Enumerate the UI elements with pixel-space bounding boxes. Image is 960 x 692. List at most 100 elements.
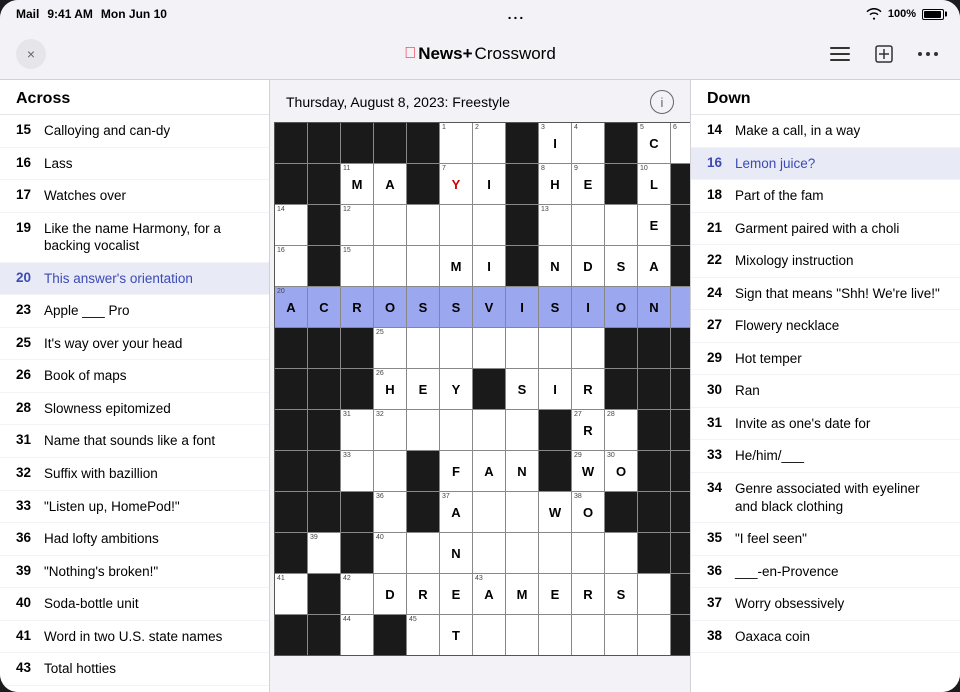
cell-11-9[interactable]: R <box>572 574 604 614</box>
across-clue-25[interactable]: 25It's way over your head <box>0 328 269 361</box>
cell-7-3[interactable]: 32 <box>374 410 406 450</box>
cell-12-4[interactable]: 45 <box>407 615 439 655</box>
cell-3-4[interactable] <box>407 246 439 286</box>
info-button[interactable]: i <box>650 90 674 114</box>
cell-9-12[interactable] <box>671 492 690 532</box>
cell-4-4[interactable]: S <box>407 287 439 327</box>
cell-2-11[interactable]: E <box>638 205 670 245</box>
cell-4-6[interactable]: V <box>473 287 505 327</box>
down-clue-14[interactable]: 14Make a call, in a way <box>691 115 960 148</box>
down-clue-36[interactable]: 36___-en-Provence <box>691 556 960 589</box>
cell-1-5[interactable]: 7Y <box>440 164 472 204</box>
cell-5-11[interactable] <box>638 328 670 368</box>
cell-12-8[interactable] <box>539 615 571 655</box>
cell-4-12[interactable] <box>671 287 690 327</box>
cell-2-3[interactable] <box>374 205 406 245</box>
cell-10-3[interactable]: 40 <box>374 533 406 573</box>
cell-7-0[interactable] <box>275 410 307 450</box>
cell-10-1[interactable]: 39 <box>308 533 340 573</box>
cell-2-12[interactable] <box>671 205 690 245</box>
cell-12-2[interactable]: 44 <box>341 615 373 655</box>
down-clue-27[interactable]: 27Flowery necklace <box>691 310 960 343</box>
cell-9-6[interactable] <box>473 492 505 532</box>
cell-2-5[interactable] <box>440 205 472 245</box>
cell-6-12[interactable] <box>671 369 690 409</box>
cell-10-8[interactable] <box>539 533 571 573</box>
cell-5-1[interactable] <box>308 328 340 368</box>
cell-1-0[interactable] <box>275 164 307 204</box>
cell-6-5[interactable]: Y <box>440 369 472 409</box>
cell-6-10[interactable] <box>605 369 637 409</box>
cell-4-5[interactable]: S <box>440 287 472 327</box>
down-clue-18[interactable]: 18Part of the fam <box>691 180 960 213</box>
cell-1-8[interactable]: 8H <box>539 164 571 204</box>
cell-11-0[interactable]: 41 <box>275 574 307 614</box>
down-clue-35[interactable]: 35"I feel seen" <box>691 523 960 556</box>
cell-11-6[interactable]: 43A <box>473 574 505 614</box>
cell-6-2[interactable] <box>341 369 373 409</box>
cell-9-9[interactable]: 38O <box>572 492 604 532</box>
cell-6-4[interactable]: E <box>407 369 439 409</box>
cell-8-9[interactable]: 29W <box>572 451 604 491</box>
across-clue-15[interactable]: 15Calloying and can-dy <box>0 115 269 148</box>
cell-6-3[interactable]: 26H <box>374 369 406 409</box>
across-clue-16[interactable]: 16Lass <box>0 148 269 181</box>
across-clue-31[interactable]: 31Name that sounds like a font <box>0 425 269 458</box>
cell-3-7[interactable] <box>506 246 538 286</box>
cell-2-8[interactable]: 13 <box>539 205 571 245</box>
cell-11-5[interactable]: E <box>440 574 472 614</box>
cell-0-6[interactable]: 2 <box>473 123 505 163</box>
cell-5-2[interactable] <box>341 328 373 368</box>
cell-4-0[interactable]: 20A <box>275 287 307 327</box>
cell-7-10[interactable]: 28 <box>605 410 637 450</box>
cell-3-11[interactable]: A <box>638 246 670 286</box>
cell-12-12[interactable] <box>671 615 690 655</box>
cell-12-3[interactable] <box>374 615 406 655</box>
cell-2-10[interactable] <box>605 205 637 245</box>
across-clue-19[interactable]: 19Like the name Harmony, for a backing v… <box>0 213 269 263</box>
across-clue-41[interactable]: 41Word in two U.S. state names <box>0 621 269 654</box>
cell-6-7[interactable]: S <box>506 369 538 409</box>
cell-1-6[interactable]: I <box>473 164 505 204</box>
cell-10-6[interactable] <box>473 533 505 573</box>
crossword-grid[interactable]: 123I45C611MA7YI8H9E10L141213E1615MINDSA2… <box>274 122 690 656</box>
cell-11-4[interactable]: R <box>407 574 439 614</box>
down-clue-33[interactable]: 33He/him/___ <box>691 440 960 473</box>
cell-10-0[interactable] <box>275 533 307 573</box>
cell-12-9[interactable] <box>572 615 604 655</box>
cell-2-6[interactable] <box>473 205 505 245</box>
cell-9-3[interactable]: 36 <box>374 492 406 532</box>
cell-5-9[interactable] <box>572 328 604 368</box>
cell-1-9[interactable]: 9E <box>572 164 604 204</box>
cell-7-12[interactable] <box>671 410 690 450</box>
across-clue-43[interactable]: 43Total hotties <box>0 653 269 686</box>
across-clue-32[interactable]: 32Suffix with bazillion <box>0 458 269 491</box>
cell-7-4[interactable] <box>407 410 439 450</box>
cell-8-0[interactable] <box>275 451 307 491</box>
cell-5-8[interactable] <box>539 328 571 368</box>
cell-10-2[interactable] <box>341 533 373 573</box>
cell-7-5[interactable] <box>440 410 472 450</box>
edit-button[interactable] <box>868 38 900 70</box>
down-clue-31[interactable]: 31Invite as one's date for <box>691 408 960 441</box>
cell-12-0[interactable] <box>275 615 307 655</box>
cell-1-12[interactable] <box>671 164 690 204</box>
cell-1-2[interactable]: 11M <box>341 164 373 204</box>
cell-7-7[interactable] <box>506 410 538 450</box>
cell-10-5[interactable]: N <box>440 533 472 573</box>
cell-5-3[interactable]: 25 <box>374 328 406 368</box>
cell-1-1[interactable] <box>308 164 340 204</box>
down-clue-38[interactable]: 38Oaxaca coin <box>691 621 960 654</box>
across-clue-39[interactable]: 39"Nothing's broken!" <box>0 556 269 589</box>
cell-5-12[interactable] <box>671 328 690 368</box>
cell-7-2[interactable]: 31 <box>341 410 373 450</box>
cell-6-11[interactable] <box>638 369 670 409</box>
cell-7-8[interactable] <box>539 410 571 450</box>
cell-4-2[interactable]: R <box>341 287 373 327</box>
cell-4-1[interactable]: C <box>308 287 340 327</box>
cell-0-9[interactable]: 4 <box>572 123 604 163</box>
cell-9-7[interactable] <box>506 492 538 532</box>
cell-8-10[interactable]: 30O <box>605 451 637 491</box>
cell-5-10[interactable] <box>605 328 637 368</box>
down-clue-24[interactable]: 24Sign that means "Shh! We're live!" <box>691 278 960 311</box>
